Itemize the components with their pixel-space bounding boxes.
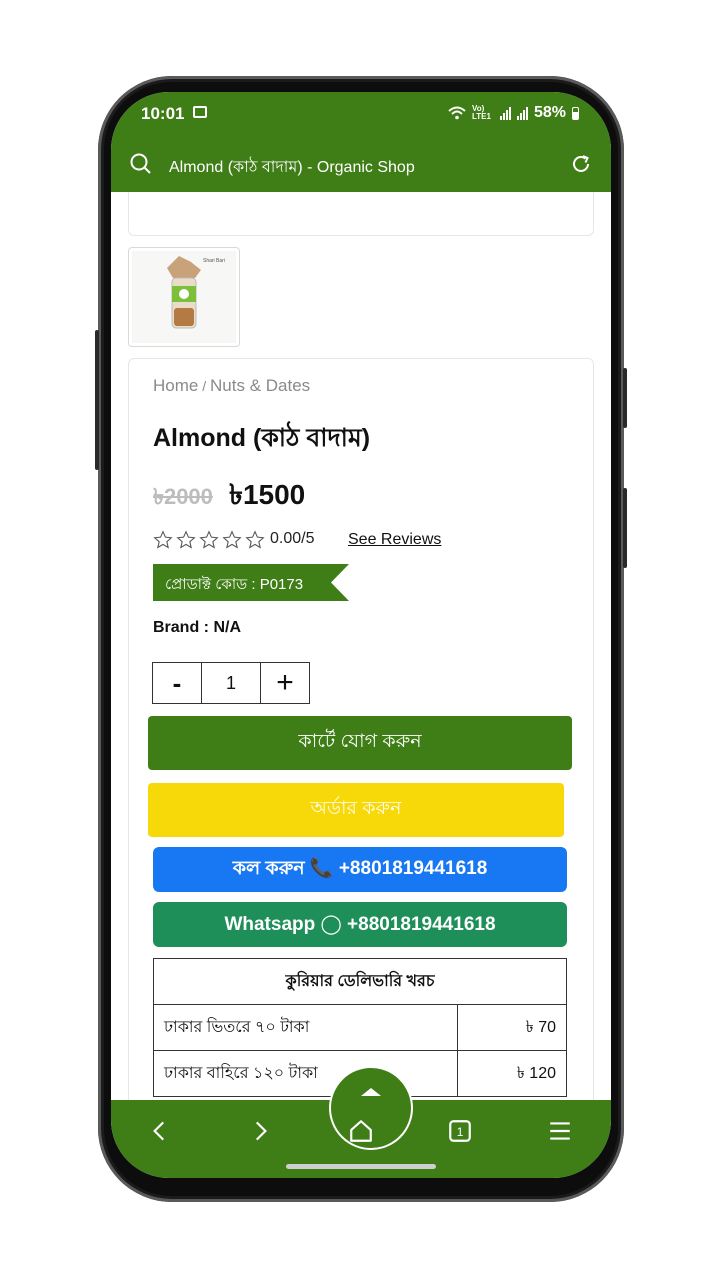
product-code: প্রোডাক্ট কোড : P0173 (165, 576, 304, 593)
battery-icon (572, 106, 579, 120)
product-title: Almond (কাঠ বাদাম) (153, 424, 371, 452)
image-card (128, 192, 594, 236)
breadcrumb-home[interactable]: Home (153, 376, 198, 395)
new-price: ৳1500 (229, 479, 306, 510)
status-time: 10:01 (141, 104, 185, 123)
menu-icon[interactable] (547, 1118, 573, 1144)
add-to-cart-button[interactable]: কার্টে যোগ করুন (148, 716, 572, 770)
power-button (623, 368, 627, 428)
shipping-price: ৳ 70 (457, 1004, 567, 1051)
svg-text:1: 1 (457, 1125, 464, 1139)
signal-icon-2 (516, 106, 528, 120)
almond-jar-image: Shari Bari (132, 251, 236, 343)
forward-icon[interactable] (247, 1118, 273, 1144)
svg-text:Shari Bari: Shari Bari (203, 258, 225, 264)
page-content: Shari Bari Home / Nuts & Dates Almond (ক… (111, 192, 611, 1100)
gesture-home-indicator[interactable] (286, 1164, 436, 1169)
home-icon[interactable] (348, 1118, 374, 1144)
shipping-header: কুরিয়ার ডেলিভারি খরচ (153, 958, 567, 1005)
side-button (623, 488, 627, 568)
status-bar: 10:01 Vo) LTE1 58% (111, 92, 611, 138)
page-title[interactable]: Almond (কাঠ বাদাম) - Organic Shop (169, 154, 415, 181)
shipping-label: ঢাকার ভিতরে ৭০ টাকা (153, 1004, 458, 1051)
old-price: ৳2000 (153, 484, 213, 509)
tabs-icon[interactable]: 1 (447, 1118, 473, 1144)
product-code-tag: প্রোডাক্ট কোড : P0173 (153, 564, 349, 601)
breadcrumb-separator: / (198, 378, 211, 394)
browser-url-bar: Almond (কাঠ বাদাম) - Organic Shop (111, 138, 611, 192)
star-icon (245, 530, 265, 549)
wifi-icon (448, 106, 466, 120)
table-row: ঢাকার ভিতরে ৭০ টাকা ৳ 70 (153, 1004, 567, 1051)
reload-icon[interactable] (569, 152, 593, 176)
increase-quantity-button[interactable]: + (260, 662, 310, 704)
see-reviews-link[interactable]: See Reviews (348, 531, 441, 549)
shipping-header-row: কুরিয়ার ডেলিভারি খরচ (153, 958, 567, 1005)
decrease-quantity-button[interactable]: - (152, 662, 202, 704)
rating-score: 0.00/5 (270, 530, 315, 547)
image-notification-icon (193, 106, 207, 118)
back-icon[interactable] (147, 1118, 173, 1144)
breadcrumb: Home / Nuts & Dates (153, 376, 310, 396)
signal-icon (499, 106, 511, 120)
star-icon (222, 530, 242, 549)
call-button[interactable]: কল করুন 📞 +8801819441618 (153, 847, 567, 892)
whatsapp-button[interactable]: Whatsapp ◯ +8801819441618 (153, 902, 567, 947)
status-indicators: Vo) LTE1 58% (448, 104, 579, 122)
rating-stars (153, 530, 265, 550)
star-icon (153, 530, 173, 549)
battery-percent: 58% (533, 104, 566, 121)
star-icon (176, 530, 196, 549)
quantity-input[interactable]: 1 (202, 662, 260, 704)
product-brand: Brand : N/A (153, 619, 241, 636)
star-icon (199, 530, 219, 549)
volte-label: Vo) LTE1 (471, 104, 491, 121)
shipping-price: ৳ 120 (457, 1050, 567, 1097)
chevron-up-icon (361, 1088, 381, 1096)
quantity-stepper: - 1 + (152, 662, 310, 704)
search-icon[interactable] (129, 152, 153, 176)
product-thumbnail[interactable]: Shari Bari (128, 247, 240, 347)
screen: 10:01 Vo) LTE1 58% Almond (কাঠ বাদাম) - … (111, 92, 611, 1178)
breadcrumb-category[interactable]: Nuts & Dates (210, 376, 310, 395)
order-now-button[interactable]: অর্ডার করুন (148, 783, 564, 837)
volume-button (95, 330, 99, 470)
